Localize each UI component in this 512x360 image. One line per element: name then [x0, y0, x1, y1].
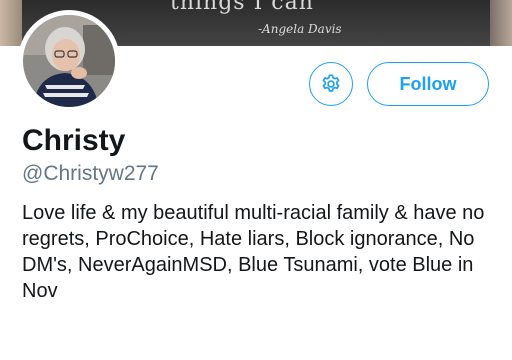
follow-button[interactable]: Follow	[367, 62, 489, 106]
banner-edge-left	[0, 0, 22, 46]
banner-quote: things I can	[170, 0, 314, 15]
banner-edge-right	[490, 0, 512, 46]
profile-bio: Love life & my beautiful multi-racial fa…	[22, 202, 485, 302]
settings-button[interactable]	[309, 62, 353, 106]
profile-name: Christy	[22, 124, 126, 157]
banner-author: -Angela Davis	[258, 22, 342, 36]
avatar-photo	[23, 15, 115, 107]
gear-icon	[322, 74, 340, 92]
avatar[interactable]	[18, 10, 120, 112]
profile-handle: @Christyw277	[22, 162, 159, 185]
